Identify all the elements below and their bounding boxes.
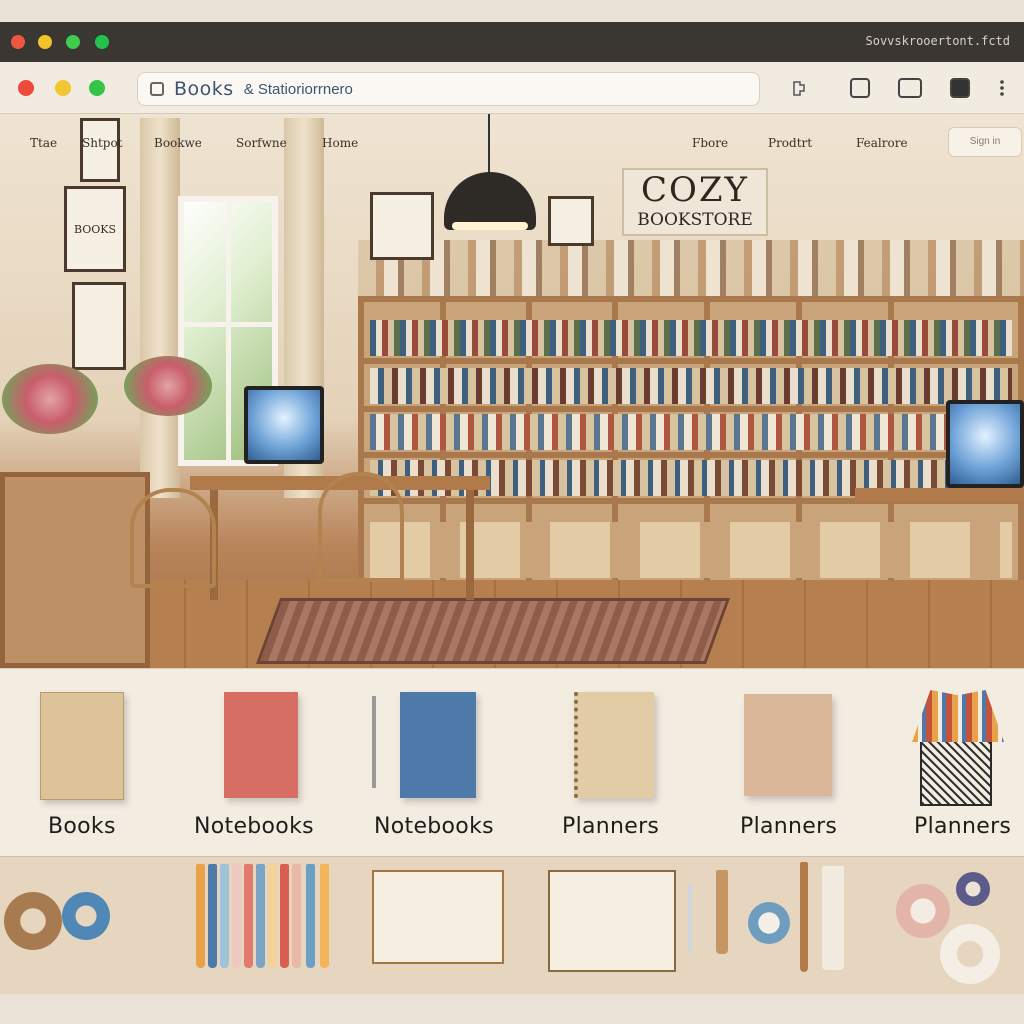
lock-icon (150, 82, 164, 96)
nav-link[interactable]: Ttae (30, 136, 57, 150)
sign-line-2: BOOKSTORE (637, 210, 753, 230)
shelf-board (364, 406, 1018, 412)
book-row (370, 414, 1012, 450)
open-sketchbook (372, 870, 504, 964)
book-row (370, 368, 1012, 404)
menu-icon[interactable] (995, 78, 1009, 98)
chair (130, 488, 216, 588)
side-shelf (0, 472, 150, 668)
nav-link[interactable]: Home (322, 136, 358, 150)
nav-link[interactable]: Fealrore (856, 136, 908, 150)
twine-spool (4, 892, 62, 950)
grid-icon[interactable] (898, 78, 922, 98)
puzzle-icon[interactable] (792, 78, 808, 98)
pencil (256, 864, 265, 968)
desk-leg (466, 490, 474, 600)
nav-link[interactable]: Bookwe (154, 136, 202, 150)
category-strip (0, 668, 1024, 858)
tape-roll-blue (62, 892, 110, 940)
outer-minimize-button[interactable] (38, 35, 52, 49)
shelf-decor (358, 240, 1024, 298)
right-desk (855, 488, 1024, 502)
flower-vase (2, 364, 98, 434)
category-label-planners[interactable]: Planners (562, 814, 659, 839)
pencil (232, 864, 241, 968)
bookmark-icon[interactable] (950, 78, 970, 98)
computer-monitor (244, 386, 324, 464)
outer-url-text: Sovvskrooertont.fctd (865, 34, 1011, 48)
notebook-red-image[interactable] (224, 692, 298, 798)
chair (318, 472, 404, 582)
wall-frame (548, 196, 594, 246)
wall-frame (370, 192, 434, 260)
tape-dispenser (748, 902, 790, 944)
book-item-image[interactable] (40, 692, 124, 800)
outer-maximize-button[interactable] (66, 35, 80, 49)
wall-frame-text: BOOKS (73, 222, 117, 236)
bookstore-sign: COZY BOOKSTORE (622, 168, 768, 236)
pencil (320, 864, 329, 968)
pencil (800, 862, 808, 972)
pen-image (372, 696, 376, 788)
category-label-planners[interactable]: Planners (914, 814, 1011, 839)
wall-frame-books: BOOKS (64, 186, 126, 272)
stationery-tray (0, 856, 1024, 994)
sign-in-button[interactable]: Sign in (948, 127, 1022, 157)
bookshelf (358, 296, 1024, 586)
nav-link[interactable]: Fbore (692, 136, 728, 150)
pencil (208, 864, 217, 968)
wooden-stamp (716, 870, 728, 954)
address-bar[interactable]: Books & Statioriorrnero (137, 72, 760, 106)
book-row (370, 320, 1012, 356)
outer-close-button[interactable] (11, 35, 25, 49)
shelf-board (364, 358, 1018, 364)
tape-roll-white (940, 924, 1000, 984)
category-label-notebooks[interactable]: Notebooks (194, 814, 314, 839)
outer-fullscreen-button[interactable] (95, 35, 109, 49)
pencil (280, 864, 289, 968)
computer-monitor-right (946, 400, 1024, 488)
washi-tape-pink (896, 884, 950, 938)
lamp-glow (452, 222, 528, 230)
lamp-cord (488, 114, 490, 174)
category-label-notebooks[interactable]: Notebooks (374, 814, 494, 839)
nav-link[interactable]: Prodtrt (768, 136, 812, 150)
planner-leather-image[interactable] (744, 694, 832, 796)
shelf-board (364, 452, 1018, 458)
pencil (292, 864, 301, 968)
close-button[interactable] (18, 80, 34, 96)
nav-link[interactable]: Shtpot (82, 136, 123, 150)
category-label-books[interactable]: Books (48, 814, 116, 839)
category-label-planners[interactable]: Planners (740, 814, 837, 839)
rug (255, 598, 731, 664)
minimize-button[interactable] (55, 80, 71, 96)
pencil (306, 864, 315, 968)
pencil (196, 864, 205, 968)
wall-frame (80, 118, 120, 182)
maximize-button[interactable] (89, 80, 105, 96)
ruler (822, 866, 844, 970)
flower-vase (124, 356, 212, 416)
camera-icon[interactable] (850, 78, 870, 98)
sign-line-1: COZY (641, 170, 749, 210)
pencil (268, 864, 277, 968)
nav-link[interactable]: Sorfwne (236, 136, 287, 150)
washi-tape-purple (956, 872, 990, 906)
wall-frame (72, 282, 126, 370)
open-notebook (548, 870, 676, 972)
curtain-left (140, 118, 180, 498)
address-path: & Statioriorrnero (243, 80, 353, 98)
pencil (220, 864, 229, 968)
notebook-blue-image[interactable] (400, 692, 476, 798)
pen (688, 884, 692, 954)
address-site: Books (174, 78, 234, 100)
pencil (244, 864, 253, 968)
page-footer (0, 994, 1024, 1024)
planner-spiral-image[interactable] (574, 692, 654, 798)
pencil-cup-image[interactable] (920, 740, 992, 806)
